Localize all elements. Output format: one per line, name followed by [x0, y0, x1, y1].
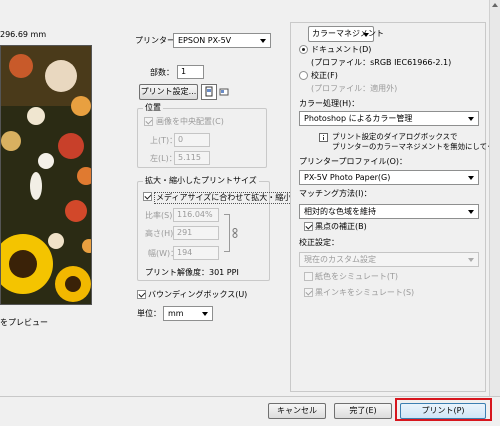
document-radio[interactable] [299, 45, 308, 54]
scroll-up-arrow[interactable] [492, 3, 498, 7]
print-resolution: プリント解像度：301 PPI [145, 268, 239, 277]
chevron-down-icon [468, 210, 474, 214]
page-orientation-landscape-icon[interactable] [218, 86, 230, 98]
document-label: ドキュメント(D) [311, 45, 372, 54]
units-select[interactable]: mm [163, 306, 213, 321]
proof-profile: (プロファイル：適用外) [311, 84, 398, 93]
chevron-down-icon [468, 176, 474, 180]
color-handling-select[interactable]: Photoshop によるカラー管理 [299, 111, 479, 126]
proof-radio[interactable] [299, 71, 308, 80]
matching-label: マッチング方法(I)： [299, 189, 372, 198]
info-icon [319, 133, 328, 142]
scale-to-fit-label: メディアサイズに合わせて拡大・縮小(M) [154, 192, 307, 204]
simulate-paper-label: 紙色をシミュレート(T) [315, 272, 398, 281]
scaled-size-title: 拡大・縮小したプリントサイズ [143, 176, 259, 186]
printer-profile-label: プリンタープロファイル(O)： [299, 157, 408, 166]
left-label: 左(L)： [150, 154, 177, 163]
position-title: 位置 [143, 103, 163, 113]
center-image-label: 画像を中央配置(C) [156, 117, 224, 126]
simulate-paper-checkbox[interactable] [304, 272, 313, 281]
black-point-compensation-label: 黒点の補正(B) [315, 222, 367, 231]
simulate-ink-label: 黒インキをシミュレート(S) [315, 288, 415, 297]
proof-setup-label: 校正設定： [299, 238, 339, 247]
print-button[interactable]: プリント(P) [400, 403, 486, 419]
page-orientation-portrait-icon[interactable] [201, 84, 217, 100]
aspect-link-bracket [224, 214, 230, 252]
scrollbar[interactable] [489, 0, 500, 396]
preview-size-label: 296.69 mm [0, 30, 47, 39]
color-management-menu[interactable]: カラーマネジメント [308, 26, 384, 42]
printer-profile-select[interactable]: PX-5V Photo Paper(G) [299, 170, 479, 185]
copies-label: 部数： [150, 68, 174, 77]
document-profile: (プロファイル：sRGB IEC61966-2.1) [311, 58, 452, 67]
notice-line-1: プリント設定のダイアログボックスで [332, 132, 458, 141]
chevron-down-icon [468, 117, 474, 121]
notice-line-2: プリンターのカラーマネジメントを無効にしてください。 [332, 142, 500, 151]
bounding-box-label: バウンディングボックス(U) [148, 290, 248, 299]
matching-select[interactable]: 相対的な色域を維持 [299, 204, 479, 219]
preview-panel: 296.69 mm をプレビュー [0, 0, 124, 396]
center-image-checkbox[interactable] [144, 117, 153, 126]
cancel-button[interactable]: キャンセル [268, 403, 326, 419]
printer-select[interactable]: EPSON PX-5V [173, 33, 271, 48]
flower-bouquet-photo [1, 46, 91, 304]
proof-label: 校正(F) [311, 71, 338, 80]
chevron-down-icon [363, 33, 369, 37]
width-input[interactable]: 194 [173, 246, 219, 260]
top-input[interactable]: 0 [174, 133, 210, 147]
simulate-ink-checkbox[interactable] [304, 288, 313, 297]
units-label: 単位： [137, 309, 161, 318]
left-input[interactable]: 5.115 [174, 151, 210, 165]
color-handling-label: カラー処理(H)： [299, 99, 360, 108]
copies-input[interactable]: 1 [177, 65, 204, 79]
scale-to-fit-checkbox[interactable] [143, 192, 152, 201]
bounding-box-checkbox[interactable] [137, 290, 146, 299]
chain-link-icon [232, 228, 239, 238]
footer-divider [0, 396, 500, 397]
proof-setup-select[interactable]: 現在のカスタム設定 [299, 252, 479, 267]
scale-input[interactable]: 116.04% [173, 208, 219, 222]
sunflower-small [55, 266, 91, 302]
height-input[interactable]: 291 [173, 226, 219, 240]
black-point-compensation-checkbox[interactable] [304, 222, 313, 231]
done-button[interactable]: 完了(E) [334, 403, 392, 419]
chevron-down-icon [202, 312, 208, 316]
chevron-down-icon [260, 39, 266, 43]
preview-label: をプレビュー [0, 318, 48, 327]
preview-image [0, 45, 92, 305]
print-settings-button[interactable]: プリント設定... [139, 84, 198, 100]
chevron-down-icon [468, 258, 474, 262]
